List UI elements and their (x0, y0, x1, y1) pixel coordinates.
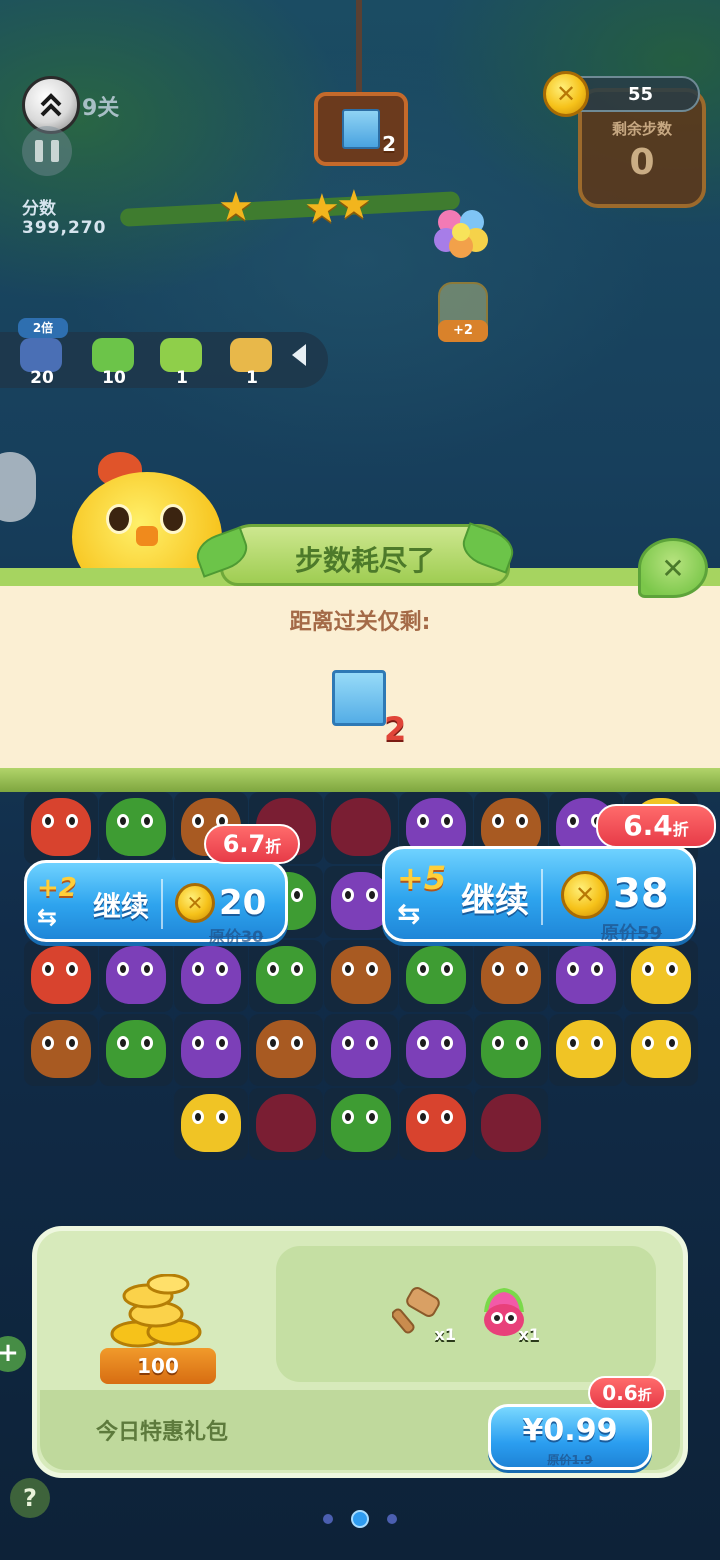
owl-piece[interactable] (174, 1014, 248, 1086)
moves-value: 0 (629, 142, 655, 183)
moves-label: 剩余步数 (611, 120, 672, 138)
arrows-icon: ⇆ (397, 897, 421, 930)
heart-booster-icon (92, 338, 134, 372)
gift-original-price: 原价1.9 (547, 1453, 593, 1467)
owl-piece[interactable] (399, 1014, 473, 1086)
flower-icon (434, 210, 488, 258)
frog-piece[interactable] (399, 940, 473, 1012)
star-icon: ★ (336, 182, 372, 228)
goal-count: 2 (382, 132, 396, 156)
coin-icon: ✕ (561, 871, 609, 919)
level-label: 9关 (82, 96, 120, 121)
pause-icon (35, 140, 43, 162)
bear-piece[interactable] (324, 940, 398, 1012)
ice-tile-icon (342, 109, 380, 149)
bear-piece[interactable] (24, 1014, 98, 1086)
discount-badge: 6.4折 (596, 804, 716, 848)
frog-piece[interactable] (324, 1088, 398, 1160)
coin-amount: 100 (100, 1348, 216, 1384)
booster-heart[interactable]: 10 (84, 332, 144, 388)
chick-piece[interactable] (174, 1088, 248, 1160)
coin-icon: ✕ (543, 71, 589, 117)
booster-bar: 20 10 1 1 (0, 332, 328, 388)
jelly-piece[interactable] (474, 1088, 548, 1160)
page-dot[interactable] (387, 1514, 397, 1524)
ticket-booster-icon (230, 338, 272, 372)
dialog-subtitle: 距离过关仅剩: (289, 610, 431, 635)
fox-piece[interactable] (24, 792, 98, 864)
booster-glove[interactable]: 20 (12, 332, 72, 388)
gift-price: ¥0.99 (522, 1413, 618, 1448)
buy-gift-button[interactable]: ¥0.99 原价1.9 (488, 1404, 652, 1470)
ice-tile-icon (332, 670, 386, 726)
side-gift-button[interactable] (0, 452, 36, 522)
fox-piece[interactable] (399, 1088, 473, 1160)
page-indicator (0, 1510, 720, 1528)
booster-ticket[interactable]: 1 (222, 332, 282, 388)
double-chevron-up-icon (40, 93, 62, 117)
level-goal: 2 (314, 92, 408, 166)
fox-piece[interactable] (24, 940, 98, 1012)
booster-leaf[interactable]: 1 (152, 332, 212, 388)
hammer-icon: x1 (391, 1286, 456, 1344)
star-icon: ★ (218, 184, 254, 230)
rainbow-owl-icon: x1 (476, 1286, 540, 1344)
frog-piece[interactable] (99, 792, 173, 864)
score-label: 分数 (22, 199, 56, 219)
frog-piece[interactable] (99, 1014, 173, 1086)
jelly-piece[interactable] (249, 1088, 323, 1160)
double-badge: 2倍 (18, 318, 68, 338)
frog-piece[interactable] (474, 1014, 548, 1086)
goal-rope (356, 0, 362, 96)
score-value: 399,270 (22, 218, 107, 238)
chick-piece[interactable] (624, 940, 698, 1012)
continue-plus2-button[interactable]: +2 ⇆ 继续 ✕ 20 原价30 (24, 860, 288, 946)
close-button[interactable]: ✕ (638, 538, 708, 598)
coin-balance-value: 55 (628, 84, 654, 105)
page-dot[interactable] (323, 1514, 333, 1524)
arrows-icon: ⇆ (37, 903, 58, 931)
chick-piece[interactable] (624, 1014, 698, 1086)
bear-piece[interactable] (474, 940, 548, 1012)
remaining-count: 2 (384, 710, 407, 748)
owl-piece[interactable] (174, 940, 248, 1012)
gift-discount-badge: 0.6折 (588, 1376, 666, 1410)
cage-bonus: +2 (438, 320, 488, 342)
coin-icon: ✕ (175, 883, 215, 923)
page-dot-active[interactable] (351, 1510, 369, 1528)
frog-piece[interactable] (249, 940, 323, 1012)
owl-piece[interactable] (549, 940, 623, 1012)
gift-pack-name: 今日特惠礼包 (96, 1420, 229, 1445)
chick-piece[interactable] (549, 1014, 623, 1086)
exit-button[interactable] (22, 76, 80, 134)
leaf-booster-icon (160, 338, 202, 372)
continue-plus5-button[interactable]: +5 ⇆ 继续 ✕ 38 原价59 (382, 846, 696, 944)
star-icon: ★ (304, 186, 340, 232)
gift-items-panel (276, 1246, 656, 1382)
discount-badge: 6.7折 (204, 824, 300, 864)
collapse-arrow-icon[interactable] (292, 344, 306, 366)
owl-piece[interactable] (99, 940, 173, 1012)
bear-piece[interactable] (249, 1014, 323, 1086)
pause-button[interactable] (22, 126, 72, 176)
owl-piece[interactable] (324, 1014, 398, 1086)
glove-booster-icon (20, 338, 62, 372)
